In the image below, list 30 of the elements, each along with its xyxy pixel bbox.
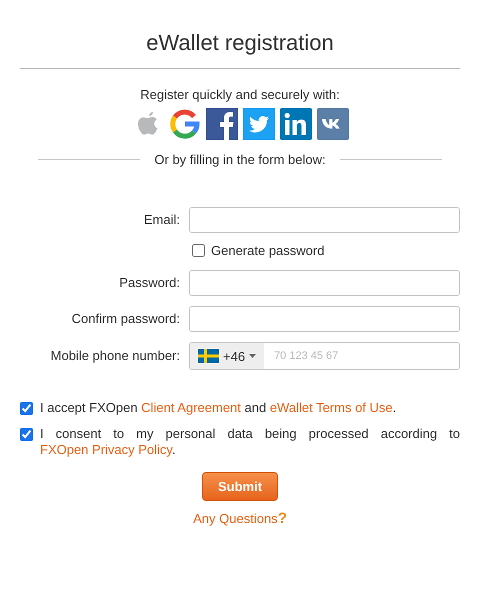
- linkedin-icon[interactable]: [280, 108, 312, 140]
- field-label: Mobile phone number:: [50, 348, 180, 364]
- questions-link[interactable]: Any Questions?: [193, 510, 287, 527]
- google-icon[interactable]: [168, 108, 200, 140]
- password-field[interactable]: [189, 306, 460, 332]
- facebook-icon[interactable]: [206, 108, 238, 140]
- checkbox[interactable]: [20, 402, 33, 415]
- password-field[interactable]: [189, 270, 460, 296]
- caret-icon: [249, 354, 256, 358]
- phone-field[interactable]: +46 70 123 45 67: [189, 342, 460, 370]
- email-field[interactable]: [189, 207, 460, 233]
- page-title: eWallet registration: [145, 29, 335, 57]
- country-code-dropdown[interactable]: +46: [190, 343, 264, 369]
- submit-button[interactable]: Submit: [202, 472, 278, 501]
- consent-text: I consent to my personal data being processed according to FXOpen Privacy Policy.: [40, 426, 460, 458]
- checkbox-label: Generate password: [211, 243, 324, 258]
- link[interactable]: Client Agreement: [141, 400, 241, 415]
- vk-icon[interactable]: [316, 108, 348, 140]
- field-label: Email:: [142, 212, 180, 228]
- link[interactable]: FXOpen Privacy Policy: [40, 442, 172, 457]
- consent-text: I accept FXOpen Client Agreement and eWallet Terms of Use.: [40, 400, 398, 416]
- social-heading: Register quickly and securely with:: [139, 87, 341, 102]
- checkbox[interactable]: [20, 428, 33, 441]
- flag-icon: [198, 349, 219, 363]
- divider-text: Or by filling in the form below:: [154, 152, 326, 167]
- field-label: Password:: [118, 275, 180, 291]
- field-label: Confirm password:: [70, 311, 180, 327]
- link[interactable]: eWallet Terms of Use: [270, 400, 393, 415]
- bird-icon[interactable]: [242, 108, 274, 140]
- checkbox[interactable]: [192, 244, 205, 257]
